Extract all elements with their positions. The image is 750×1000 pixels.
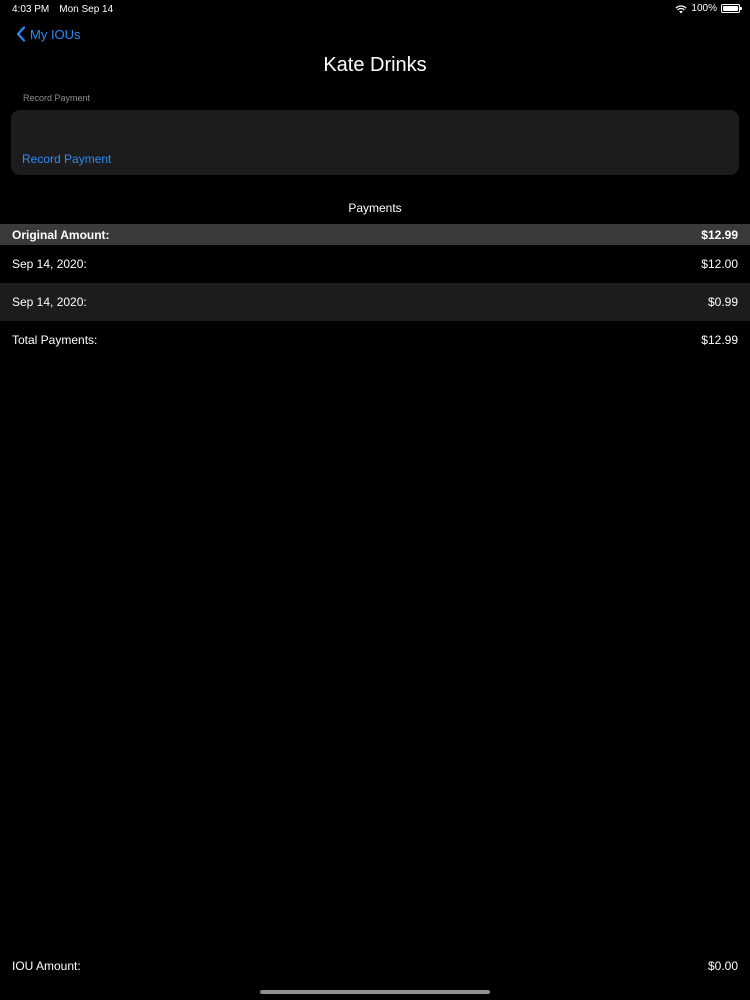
payment-date: Sep 14, 2020:: [12, 295, 87, 309]
battery-icon: [721, 4, 742, 13]
total-payments-value: $12.99: [701, 333, 738, 347]
total-payments-row: Total Payments: $12.99: [0, 321, 750, 359]
status-left: 4:03 PM Mon Sep 14: [12, 4, 113, 15]
status-date: Mon Sep 14: [59, 4, 114, 15]
payment-amount: $0.99: [707, 295, 738, 309]
total-payments-label: Total Payments:: [12, 333, 98, 347]
payment-amount: $12.00: [701, 257, 738, 271]
payment-row[interactable]: Sep 14, 2020: $0.99: [0, 283, 750, 321]
battery-fill: [723, 6, 738, 11]
record-payment-card: Record Payment: [11, 110, 739, 175]
back-button-label: My IOUs: [30, 26, 81, 42]
wifi-icon: [675, 4, 687, 13]
battery-percent: 100%: [691, 3, 717, 14]
record-payment-button[interactable]: Record Payment: [22, 152, 111, 166]
record-section-header: Record Payment: [23, 93, 91, 103]
status-bar: 4:03 PM Mon Sep 14 100%: [0, 0, 750, 18]
original-amount-row: Original Amount: $12.99: [0, 224, 750, 245]
status-right: 100%: [675, 3, 742, 14]
iou-amount-label: IOU Amount:: [12, 959, 81, 973]
iou-amount-row: IOU Amount: $0.00: [0, 947, 750, 985]
page-title: Kate Drinks: [323, 54, 427, 76]
chevron-left-icon: [16, 26, 26, 42]
status-time: 4:03 PM: [12, 4, 50, 15]
back-button[interactable]: My IOUs: [16, 26, 81, 42]
home-indicator[interactable]: [260, 990, 490, 994]
payment-date: Sep 14, 2020:: [12, 257, 87, 271]
iou-amount-value: $0.00: [707, 959, 738, 973]
original-amount-value: $12.99: [701, 227, 738, 242]
payment-row[interactable]: Sep 14, 2020: $12.00: [0, 245, 750, 283]
payments-title: Payments: [348, 201, 402, 215]
original-amount-label: Original Amount:: [12, 227, 110, 242]
